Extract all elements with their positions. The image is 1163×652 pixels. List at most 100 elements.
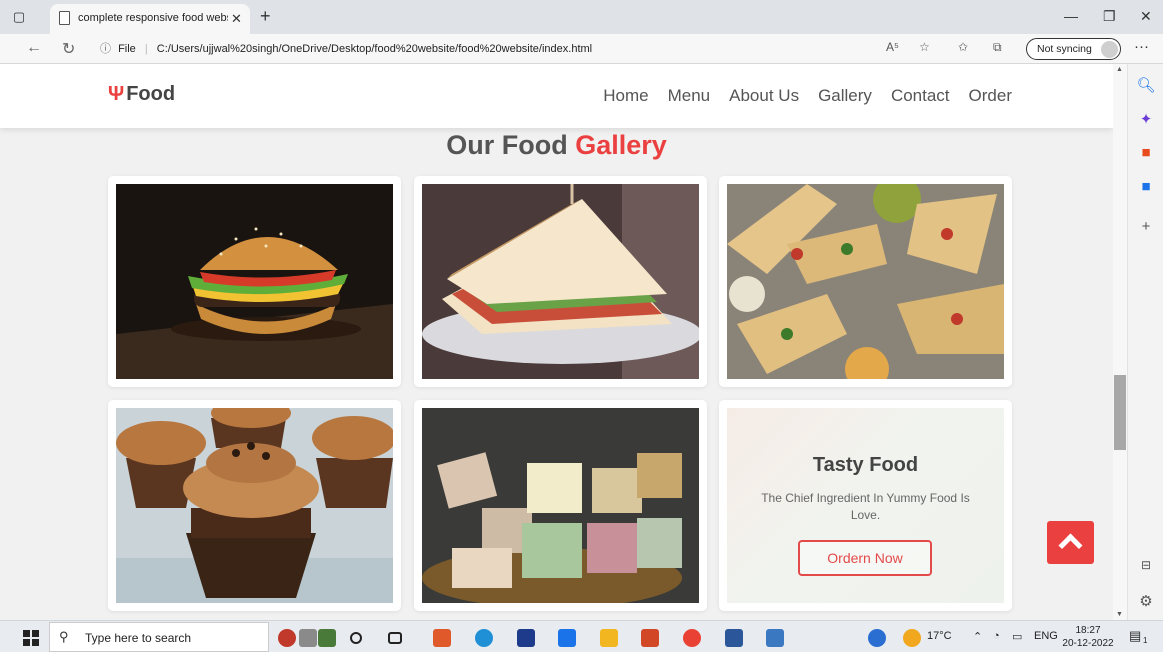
favorites-icon[interactable]: ✩ bbox=[958, 40, 968, 54]
office-icon[interactable]: ■ bbox=[1128, 144, 1163, 161]
battery-icon[interactable]: ▭ bbox=[1012, 630, 1022, 643]
settings-icon[interactable]: ⚙ bbox=[1128, 592, 1163, 610]
minimize-icon[interactable]: — bbox=[1064, 8, 1078, 24]
gallery-card-wraps[interactable] bbox=[719, 176, 1012, 387]
url-separator: | bbox=[144, 43, 148, 55]
wraps-image bbox=[727, 184, 1004, 379]
promo-title: Tasty Food bbox=[812, 454, 919, 476]
profile-label: Not syncing bbox=[1037, 43, 1092, 55]
notification-count: 1 bbox=[1143, 636, 1148, 645]
address-bar: ← ↻ ⓘ File | C:/Users/ujjwal%20singh/One… bbox=[0, 34, 1163, 64]
url-text: C:/Users/ujjwal%20singh/OneDrive/Desktop… bbox=[156, 43, 593, 55]
collections-icon[interactable]: ⧉ bbox=[993, 40, 1002, 55]
add-icon[interactable]: + bbox=[1128, 218, 1163, 235]
sandwich-image bbox=[422, 184, 699, 379]
url-prefix: File bbox=[118, 43, 136, 55]
clock-date: 20-12-2022 bbox=[1062, 638, 1114, 649]
temperature[interactable]: 17°C bbox=[927, 630, 952, 642]
new-tab-button[interactable]: + bbox=[260, 6, 271, 27]
page-scrollbar[interactable]: ▲ ▼ bbox=[1113, 64, 1127, 620]
site-logo[interactable]: Ψ Food bbox=[108, 83, 175, 106]
scroll-to-top-button[interactable] bbox=[1047, 521, 1094, 564]
sparkle-icon[interactable]: ✦ bbox=[1128, 110, 1163, 128]
close-tab-icon[interactable]: ✕ bbox=[231, 11, 242, 27]
document-icon bbox=[59, 11, 70, 25]
tree-icon[interactable] bbox=[318, 629, 336, 647]
scroll-thumb[interactable] bbox=[1114, 375, 1126, 450]
gallery-card-cupcakes[interactable] bbox=[108, 400, 401, 611]
photos-icon[interactable] bbox=[766, 629, 784, 647]
nav-contact[interactable]: Contact bbox=[891, 86, 950, 106]
taskbar-search[interactable]: ⚲ Type here to search bbox=[49, 622, 269, 652]
outlook-icon[interactable]: ■ bbox=[1128, 178, 1163, 195]
promo-card: Tasty Food The Chief Ingredient In Yummy… bbox=[719, 400, 1012, 611]
scroll-down-icon[interactable]: ▼ bbox=[1116, 611, 1123, 618]
gallery-title-main: Our Food bbox=[446, 130, 568, 160]
mail-icon[interactable] bbox=[558, 629, 576, 647]
profile-button[interactable]: Not syncing bbox=[1026, 38, 1121, 60]
clock-time: 18:27 bbox=[1075, 625, 1101, 636]
close-window-icon[interactable]: ✕ bbox=[1140, 8, 1152, 25]
order-now-button[interactable]: Ordern Now bbox=[798, 540, 932, 576]
avatar bbox=[1101, 41, 1118, 58]
notification-icon[interactable]: ▤ bbox=[1129, 628, 1141, 644]
sublime-icon[interactable] bbox=[433, 629, 451, 647]
windows-start-icon[interactable] bbox=[23, 630, 39, 646]
cortana-icon[interactable] bbox=[350, 632, 362, 644]
task-view-icon[interactable] bbox=[388, 632, 402, 644]
promo-panel: Tasty Food The Chief Ingredient In Yummy… bbox=[727, 408, 1004, 603]
help-icon[interactable] bbox=[868, 629, 886, 647]
nav-order[interactable]: Order bbox=[969, 86, 1012, 106]
edge-icon[interactable] bbox=[475, 629, 493, 647]
tab-strip: ▢ complete responsive food websi ✕ + — ❐… bbox=[0, 0, 1163, 34]
powerpoint-icon[interactable] bbox=[641, 629, 659, 647]
utensils-icon: Ψ bbox=[108, 83, 125, 105]
gallery-card-sandwich[interactable] bbox=[414, 176, 707, 387]
network-icon[interactable]: ◔ bbox=[993, 630, 1000, 642]
nav-about-us[interactable]: About Us bbox=[729, 86, 799, 106]
word-icon[interactable] bbox=[725, 629, 743, 647]
sidebar-toggle-icon[interactable]: ⊟ bbox=[1128, 558, 1163, 572]
nav-home[interactable]: Home bbox=[603, 86, 648, 106]
page-viewport: Ψ Food Home Menu About Us Gallery Contact… bbox=[0, 64, 1113, 620]
edge-sidebar: 🔍︎ ✦ ■ ■ + ⊟ ⚙ bbox=[1127, 64, 1163, 620]
add-favorite-icon[interactable]: ☆ bbox=[919, 40, 930, 54]
back-icon[interactable]: ← bbox=[26, 39, 42, 57]
weather-widget-icon[interactable] bbox=[278, 629, 296, 647]
clock[interactable]: 18:27 20-12-2022 bbox=[1062, 624, 1114, 650]
site-header: Ψ Food Home Menu About Us Gallery Contact… bbox=[0, 64, 1113, 128]
file-explorer-icon[interactable] bbox=[600, 629, 618, 647]
info-icon: ⓘ bbox=[100, 43, 111, 55]
nav-gallery[interactable]: Gallery bbox=[818, 86, 872, 106]
tab-actions-icon[interactable]: ▢ bbox=[10, 8, 28, 26]
dropbox-icon[interactable] bbox=[517, 629, 535, 647]
gallery-title: Our Food Gallery bbox=[0, 130, 1113, 161]
read-aloud-icon[interactable]: A⁵ bbox=[886, 40, 899, 54]
search-icon[interactable]: 🔍︎ bbox=[1128, 76, 1163, 94]
tab-title: complete responsive food websi bbox=[78, 12, 228, 24]
chrome-icon[interactable] bbox=[683, 629, 701, 647]
language-indicator[interactable]: ENG bbox=[1034, 630, 1058, 642]
restore-icon[interactable]: ❐ bbox=[1103, 8, 1116, 25]
fudge-image bbox=[422, 408, 699, 603]
browser-tab[interactable]: complete responsive food websi ✕ bbox=[50, 4, 250, 34]
weather-icon[interactable] bbox=[903, 629, 921, 647]
search-icon: ⚲ bbox=[59, 629, 69, 644]
show-hidden-icons[interactable]: ⌃ bbox=[973, 630, 982, 643]
promo-text: The Chief Ingredient In Yummy Food Is Lo… bbox=[761, 491, 970, 522]
gallery-card-burger[interactable] bbox=[108, 176, 401, 387]
taskbar: ⚲ Type here to search 17°C ⌃ ◔ ▭ ENG 18:… bbox=[0, 620, 1163, 652]
nav-menu[interactable]: Menu bbox=[668, 86, 711, 106]
logo-text: Food bbox=[126, 83, 176, 105]
luggage-icon[interactable] bbox=[299, 629, 317, 647]
url-field[interactable]: ⓘ File | C:/Users/ujjwal%20singh/OneDriv… bbox=[100, 37, 900, 61]
scroll-up-icon[interactable]: ▲ bbox=[1116, 66, 1123, 73]
cupcakes-image bbox=[116, 408, 393, 603]
gallery-title-accent: Gallery bbox=[575, 130, 667, 160]
more-icon[interactable]: ··· bbox=[1134, 38, 1149, 55]
chevron-up-icon bbox=[1058, 533, 1083, 558]
refresh-icon[interactable]: ↻ bbox=[62, 39, 75, 59]
burger-image bbox=[116, 184, 393, 379]
gallery-card-fudge[interactable] bbox=[414, 400, 707, 611]
site-nav: Home Menu About Us Gallery Contact Order bbox=[603, 86, 1012, 106]
